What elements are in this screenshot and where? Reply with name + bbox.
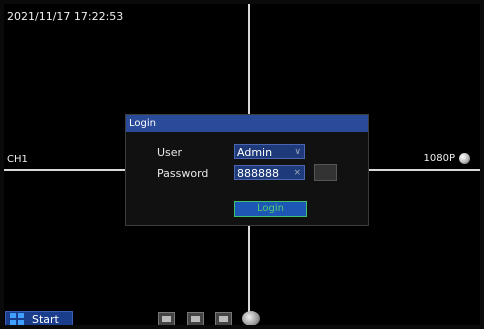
- password-value: 888888: [237, 167, 279, 180]
- start-label: Start: [32, 312, 59, 326]
- taskbar: Start: [4, 310, 480, 325]
- osd-datetime: 2021/11/17 17:22:53: [7, 10, 124, 23]
- settings-icon[interactable]: [242, 311, 260, 325]
- login-button[interactable]: Login: [234, 201, 307, 217]
- multi-view-button[interactable]: [215, 312, 232, 325]
- resolution-label: 1080P: [423, 153, 455, 164]
- user-select-value: Admin: [237, 146, 273, 159]
- resolution-indicator: 1080P: [424, 153, 470, 164]
- dialog-title: Login: [126, 115, 368, 132]
- multi-view-icon: [219, 316, 228, 322]
- password-field[interactable]: 888888 ×: [234, 165, 305, 180]
- quad-view-icon: [191, 316, 200, 322]
- user-select[interactable]: Admin ∨: [234, 144, 305, 159]
- close-icon[interactable]: ×: [293, 166, 301, 181]
- status-ball-icon: [459, 153, 470, 164]
- start-button[interactable]: Start: [5, 311, 73, 325]
- password-label: Password: [157, 167, 209, 180]
- login-dialog: Login User Admin ∨ Password 888888 × Log…: [125, 114, 369, 226]
- user-row: User Admin ∨: [126, 144, 368, 161]
- channel-label: CH1: [7, 154, 28, 165]
- quad-view-button[interactable]: [187, 312, 204, 325]
- user-label: User: [157, 146, 183, 159]
- keyboard-button[interactable]: [314, 164, 337, 181]
- single-view-icon: [162, 316, 171, 322]
- single-view-button[interactable]: [158, 312, 175, 325]
- camera-view: 2021/11/17 17:22:53 CH1 1080P Login User…: [4, 4, 480, 325]
- password-row: Password 888888 ×: [126, 164, 368, 182]
- windows-start-icon: [10, 313, 26, 325]
- chevron-down-icon[interactable]: ∨: [294, 145, 301, 160]
